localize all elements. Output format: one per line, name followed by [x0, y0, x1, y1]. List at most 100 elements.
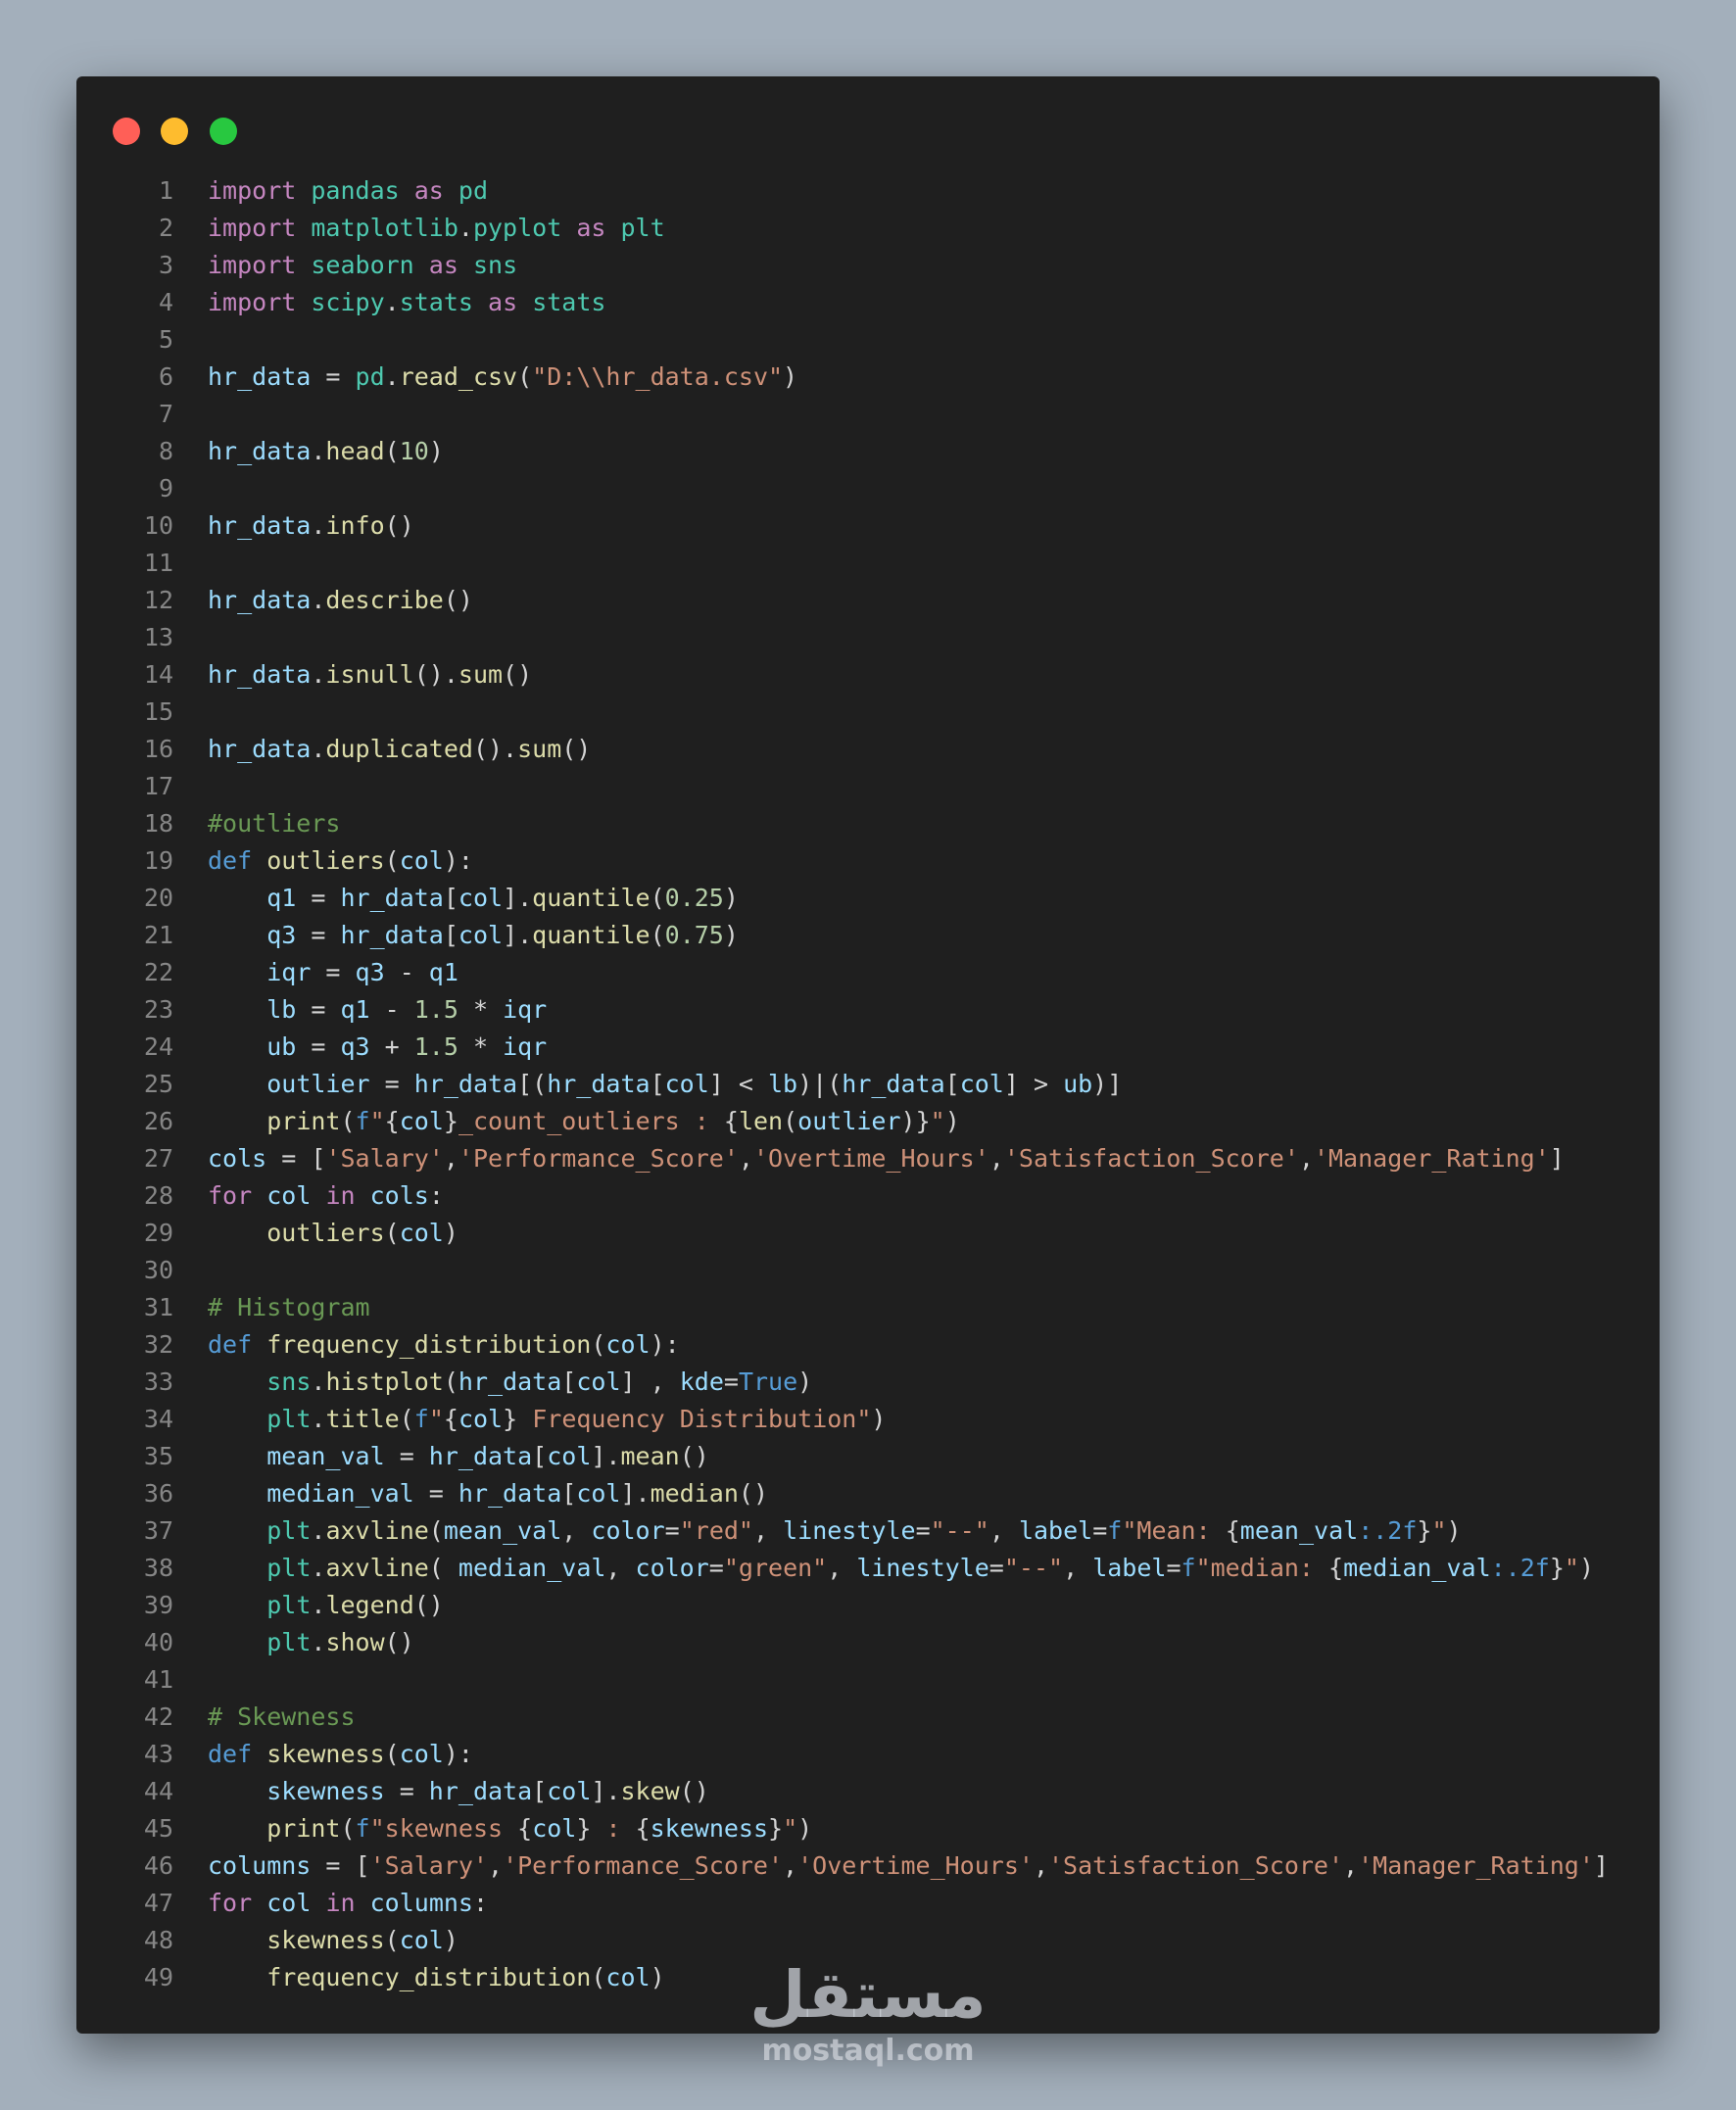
code-text[interactable] [173, 396, 208, 433]
code-token: 'Manager_Rating' [1313, 1144, 1550, 1173]
code-token: col [399, 846, 444, 875]
code-text[interactable]: # Histogram [173, 1289, 370, 1326]
minimize-dot-icon[interactable] [161, 118, 188, 145]
code-text[interactable]: q1 = hr_data[col].quantile(0.25) [173, 880, 739, 917]
code-text[interactable]: plt.axvline(mean_val, color="red", lines… [173, 1512, 1461, 1550]
code-text[interactable]: plt.axvline( median_val, color="green", … [173, 1550, 1594, 1587]
code-token: print [266, 1107, 341, 1135]
maximize-dot-icon[interactable] [210, 118, 237, 145]
code-token: col [458, 921, 504, 949]
code-text[interactable]: hr_data = pd.read_csv("D:\\hr_data.csv") [173, 359, 797, 396]
code-text[interactable] [173, 619, 208, 656]
code-text[interactable]: import pandas as pd [173, 172, 488, 210]
close-dot-icon[interactable] [113, 118, 140, 145]
code-token: len [738, 1107, 784, 1135]
code-text[interactable] [173, 470, 208, 507]
code-token: { [443, 1405, 458, 1433]
code-text[interactable]: columns = ['Salary','Performance_Score',… [173, 1847, 1609, 1885]
code-text[interactable] [173, 321, 208, 359]
code-text[interactable]: import scipy.stats as stats [173, 284, 605, 321]
code-text[interactable]: plt.title(f"{col} Frequency Distribution… [173, 1401, 886, 1438]
line-number: 37 [143, 1516, 173, 1545]
code-text[interactable] [173, 768, 208, 805]
code-token: , [738, 1144, 753, 1173]
code-token: () [561, 735, 592, 763]
code-token: hr_data [208, 660, 312, 689]
code-token: [ [443, 884, 458, 912]
code-text[interactable]: hr_data.isnull().sum() [173, 656, 532, 694]
code-line: 9 [76, 470, 1660, 507]
code-text[interactable]: import matplotlib.pyplot as plt [173, 210, 665, 247]
code-text[interactable]: hr_data.head(10) [173, 433, 444, 470]
code-text[interactable]: print(f"{col}_count_outliers : {len(outl… [173, 1103, 960, 1140]
code-text[interactable]: def skewness(col): [173, 1736, 473, 1773]
code-token: col [605, 1330, 651, 1359]
code-text[interactable]: for col in columns: [173, 1885, 488, 1922]
code-text[interactable] [173, 1252, 208, 1289]
code-token: print [266, 1814, 341, 1843]
code-token: q1 [266, 884, 297, 912]
code-text[interactable]: cols = ['Salary','Performance_Score','Ov… [173, 1140, 1565, 1177]
code-token: ] < [708, 1070, 768, 1098]
code-token: "--" [930, 1516, 989, 1545]
code-token: : [591, 1814, 636, 1843]
code-text[interactable]: plt.legend() [173, 1587, 444, 1624]
code-token: ]. [503, 921, 533, 949]
code-text[interactable]: for col in cols: [173, 1177, 444, 1215]
code-text[interactable]: ub = q3 + 1.5 * iqr [173, 1029, 547, 1066]
code-text[interactable]: skewness = hr_data[col].skew() [173, 1773, 709, 1810]
line-number: 3 [158, 251, 173, 279]
line-number: 21 [143, 921, 173, 949]
code-line: 23 lb = q1 - 1.5 * iqr [76, 991, 1660, 1029]
code-token: , [1063, 1554, 1093, 1582]
line-number: 20 [143, 884, 173, 912]
code-text[interactable] [173, 694, 208, 731]
code-token: [( [517, 1070, 548, 1098]
code-token: 'Performance_Score' [458, 1144, 739, 1173]
code-token: )|( [797, 1070, 843, 1098]
code-token: col [266, 1181, 312, 1210]
code-text[interactable]: lb = q1 - 1.5 * iqr [173, 991, 547, 1029]
code-token: f [355, 1814, 370, 1843]
code-text[interactable]: def frequency_distribution(col): [173, 1326, 680, 1364]
code-token: col [547, 1777, 592, 1805]
line-number: 38 [143, 1554, 173, 1582]
code-text[interactable]: skewness(col) [173, 1922, 458, 1959]
code-text[interactable]: hr_data.info() [173, 507, 414, 545]
code-text[interactable] [173, 1661, 208, 1699]
code-token: isnull [325, 660, 414, 689]
code-text[interactable]: def outliers(col): [173, 842, 473, 880]
line-number: 27 [143, 1144, 173, 1173]
code-token: ]. [591, 1442, 621, 1470]
line-number: 13 [143, 623, 173, 651]
code-token: [ [944, 1070, 960, 1098]
code-text[interactable] [173, 545, 208, 582]
code-token: _count_outliers : [458, 1107, 724, 1135]
code-text[interactable]: outlier = hr_data[(hr_data[col] < lb)|(h… [173, 1066, 1122, 1103]
code-text[interactable]: import seaborn as sns [173, 247, 517, 284]
code-text[interactable]: print(f"skewness {col} : {skewness}") [173, 1810, 812, 1847]
code-token: # Histogram [208, 1293, 370, 1321]
code-text[interactable]: q3 = hr_data[col].quantile(0.75) [173, 917, 739, 954]
code-text[interactable]: # Skewness [173, 1699, 356, 1736]
code-token: scipy [311, 288, 385, 316]
code-text[interactable]: hr_data.describe() [173, 582, 473, 619]
code-text[interactable]: sns.histplot(hr_data[col] , kde=True) [173, 1364, 812, 1401]
code-text[interactable]: mean_val = hr_data[col].mean() [173, 1438, 709, 1475]
code-token: 1.5 [413, 995, 458, 1024]
line-number: 16 [143, 735, 173, 763]
code-token: "green" [723, 1554, 828, 1582]
code-text[interactable]: hr_data.duplicated().sum() [173, 731, 591, 768]
code-text[interactable]: iqr = q3 - q1 [173, 954, 458, 991]
code-text[interactable]: plt.show() [173, 1624, 414, 1661]
line-number: 8 [158, 437, 173, 465]
code-token: as [576, 214, 606, 242]
code-token: , [989, 1144, 1004, 1173]
code-text[interactable]: median_val = hr_data[col].median() [173, 1475, 768, 1512]
code-text[interactable]: #outliers [173, 805, 340, 842]
code-text[interactable]: outliers(col) [173, 1215, 458, 1252]
